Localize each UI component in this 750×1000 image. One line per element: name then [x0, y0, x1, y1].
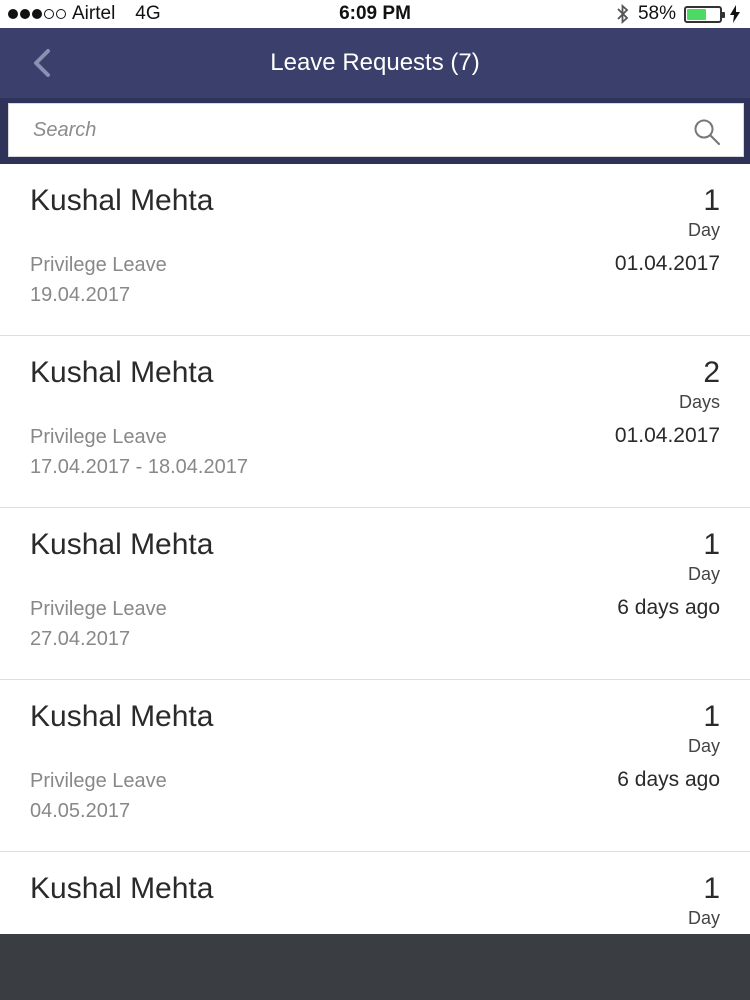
nav-bar: Leave Requests (7) [0, 28, 750, 98]
employee-name: Kushal Mehta [30, 356, 214, 389]
leave-type: Privilege Leave [30, 426, 167, 448]
leave-request-item[interactable]: Kushal Mehta 1 Day Privilege Leave 6 day… [0, 680, 750, 852]
leave-dates: 04.05.2017 [30, 800, 131, 822]
leave-day-unit: Day [687, 564, 720, 584]
leave-dates: 17.04.2017 - 18.04.2017 [30, 456, 248, 478]
bottom-bar [0, 934, 750, 1000]
request-date: 6 days ago [617, 596, 720, 619]
battery-fill [687, 8, 706, 20]
search-input[interactable] [9, 104, 743, 156]
leave-day-count: 1 [703, 700, 720, 733]
leave-request-list: Kushal Mehta 1 Day Privilege Leave 01.04… [0, 164, 750, 1000]
employee-name: Kushal Mehta [30, 700, 214, 733]
leave-type: Privilege Leave [30, 598, 167, 620]
leave-dates: 27.04.2017 [30, 628, 131, 650]
leave-day-count: 2 [703, 356, 720, 389]
leave-day-unit: Day [687, 908, 720, 928]
request-date: 6 days ago [617, 768, 720, 791]
leave-request-item[interactable]: Kushal Mehta 1 Day Privilege Leave 01.04… [0, 164, 750, 336]
search-bar [0, 98, 750, 164]
search-box [8, 103, 744, 157]
employee-name: Kushal Mehta [30, 528, 214, 561]
leave-day-count: 1 [703, 184, 720, 217]
leave-day-unit: Day [687, 220, 720, 240]
status-bar: Airtel 4G 6:09 PM 58% [0, 0, 750, 28]
leave-day-unit: Days [678, 392, 720, 412]
employee-name: Kushal Mehta [30, 872, 214, 905]
search-icon[interactable] [693, 118, 721, 146]
battery-icon [684, 5, 725, 23]
leave-day-count: 1 [703, 872, 720, 905]
bolt-icon [730, 5, 740, 23]
bluetooth-icon [617, 4, 629, 24]
employee-name: Kushal Mehta [30, 184, 214, 217]
request-date: 01.04.2017 [614, 424, 720, 447]
leave-request-item[interactable]: Kushal Mehta 1 Day Privilege Leave 6 day… [0, 508, 750, 680]
leave-day-unit: Day [687, 736, 720, 756]
leave-type: Privilege Leave [30, 770, 167, 792]
page-title: Leave Requests (7) [270, 49, 480, 76]
leave-dates: 19.04.2017 [30, 284, 131, 306]
request-date: 01.04.2017 [614, 252, 720, 275]
leave-request-item[interactable]: Kushal Mehta 2 Days Privilege Leave 01.0… [0, 336, 750, 508]
status-right: 58% [616, 3, 740, 25]
battery-percent: 58% [637, 3, 676, 24]
leave-day-count: 1 [703, 528, 720, 561]
leave-type: Privilege Leave [30, 254, 167, 276]
